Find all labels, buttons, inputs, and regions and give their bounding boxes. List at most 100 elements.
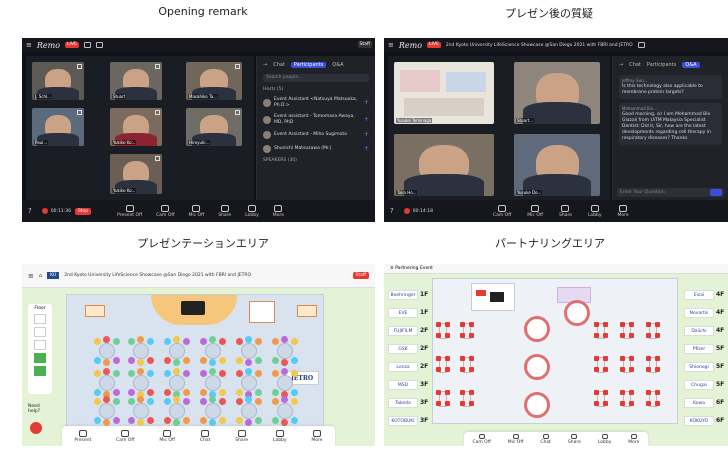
more-button[interactable]: More [618,204,629,218]
seat-avatar[interactable] [173,396,180,403]
seat-avatar[interactable] [200,370,207,377]
seat-avatar[interactable] [255,417,262,424]
participant-row[interactable]: Event assistant - Tomomasa Awaya, MD, Ph… [257,111,375,128]
cam-button[interactable]: Cam Off [493,204,511,218]
round-table[interactable] [162,396,192,426]
seat-avatar[interactable] [281,359,288,366]
more-button[interactable]: More [311,429,323,443]
cam-button[interactable]: Cam Off [472,433,491,445]
expand-icon[interactable] [155,156,160,161]
seat-avatar[interactable] [183,417,190,424]
seat-avatar[interactable] [236,417,243,424]
seat-avatar[interactable] [255,398,262,405]
seat-avatar[interactable] [137,419,144,426]
seat-avatar[interactable] [128,398,135,405]
seat-avatar[interactable] [209,396,216,403]
seat-avatar[interactable] [94,370,101,377]
speaker-tile[interactable]: J. Schl... [32,62,84,100]
seat-avatar[interactable] [255,338,262,345]
sponsor-logo[interactable]: Pfizer [684,344,714,354]
screen-icon[interactable] [83,42,91,48]
tab-qa[interactable]: Q&A [332,62,343,68]
tab-qa[interactable]: Q&A [682,62,700,68]
seat-avatar[interactable] [209,359,216,366]
sponsor-logo[interactable]: FUJIFILM [388,326,418,336]
seat-avatar[interactable] [183,357,190,364]
present-button[interactable]: Present [74,429,91,443]
meeting-table[interactable] [460,388,474,410]
speaker-tile[interactable]: Hiroyuki... [186,108,242,146]
question-input[interactable]: Enter Your Question [617,188,724,197]
meeting-table[interactable] [620,388,634,410]
seat-avatar[interactable] [164,370,171,377]
slide-tile[interactable]: Yusuke Tominaga [394,62,494,124]
seat-avatar[interactable] [103,396,110,403]
seat-avatar[interactable] [103,359,110,366]
question-card[interactable]: Mohammad Bin... Good morning, sir I am M… [619,103,722,145]
seat-avatar[interactable] [219,338,226,345]
seat-avatar[interactable] [245,396,252,403]
seat-avatar[interactable] [219,417,226,424]
screen-icon[interactable] [637,42,645,48]
speaker-tile[interactable]: Masahiko Ta... [186,62,242,100]
seat-avatar[interactable] [200,338,207,345]
meeting-table[interactable] [646,388,660,410]
seat-avatar[interactable] [94,357,101,364]
add-icon[interactable]: + [364,117,369,123]
seat-avatar[interactable] [245,368,252,375]
lounge-ring[interactable] [524,392,550,418]
menu-icon[interactable]: ≡ [26,41,32,49]
sponsor-logo[interactable]: GSK [388,344,418,354]
seat-avatar[interactable] [219,398,226,405]
seat-avatar[interactable] [183,370,190,377]
search-people-input[interactable]: Search people... [263,74,369,82]
lobby-button[interactable]: Lobby [273,429,287,443]
seat-avatar[interactable] [272,370,279,377]
seat-avatar[interactable] [103,419,110,426]
seat-avatar[interactable] [245,336,252,343]
seat-avatar[interactable] [164,398,171,405]
seat-avatar[interactable] [236,338,243,345]
meeting-table[interactable] [436,354,450,376]
speaker-tile[interactable]: Paul... [32,108,84,146]
seat-avatar[interactable] [183,398,190,405]
lobby-button[interactable]: Lobby [245,204,259,218]
send-button[interactable] [710,189,722,196]
expand-icon[interactable] [155,64,160,69]
round-table[interactable] [270,336,300,366]
seat-avatar[interactable] [94,417,101,424]
meeting-table[interactable] [436,320,450,342]
seat-avatar[interactable] [128,417,135,424]
event-board[interactable] [471,283,515,311]
seat-avatar[interactable] [245,359,252,366]
seat-avatar[interactable] [147,338,154,345]
meeting-table[interactable] [620,320,634,342]
menu-icon[interactable]: ≡ [28,272,34,280]
tab-participants[interactable]: Participants [647,62,676,68]
round-table[interactable] [162,336,192,366]
seat-avatar[interactable] [137,368,144,375]
seat-avatar[interactable] [200,389,207,396]
mic-button[interactable]: Mic Off [508,433,523,445]
speaker-tile[interactable]: Stuart... [514,62,600,124]
seat-avatar[interactable] [164,417,171,424]
round-table[interactable] [234,368,264,398]
add-icon[interactable]: + [364,146,369,152]
seat-avatar[interactable] [103,368,110,375]
sponsor-logo[interactable]: MSD [388,380,418,390]
participant-row[interactable]: Event Assistant - Miho Sugimoto + [257,128,375,142]
round-table[interactable] [92,396,122,426]
sponsor-logo[interactable]: Novartis [684,308,714,318]
menu-icon[interactable]: ≡ [388,41,394,49]
lobby-button[interactable]: Lobby [588,204,602,218]
sponsor-logo[interactable]: Eisai [684,290,714,300]
expand-icon[interactable] [155,110,160,115]
video-screen[interactable] [181,301,205,315]
info-board[interactable] [249,301,275,323]
lounge-ring[interactable] [564,300,590,326]
cam-button[interactable]: Cam Off [116,429,134,443]
seat-avatar[interactable] [219,357,226,364]
round-table[interactable] [126,368,156,398]
seat-avatar[interactable] [219,389,226,396]
round-table[interactable] [270,368,300,398]
